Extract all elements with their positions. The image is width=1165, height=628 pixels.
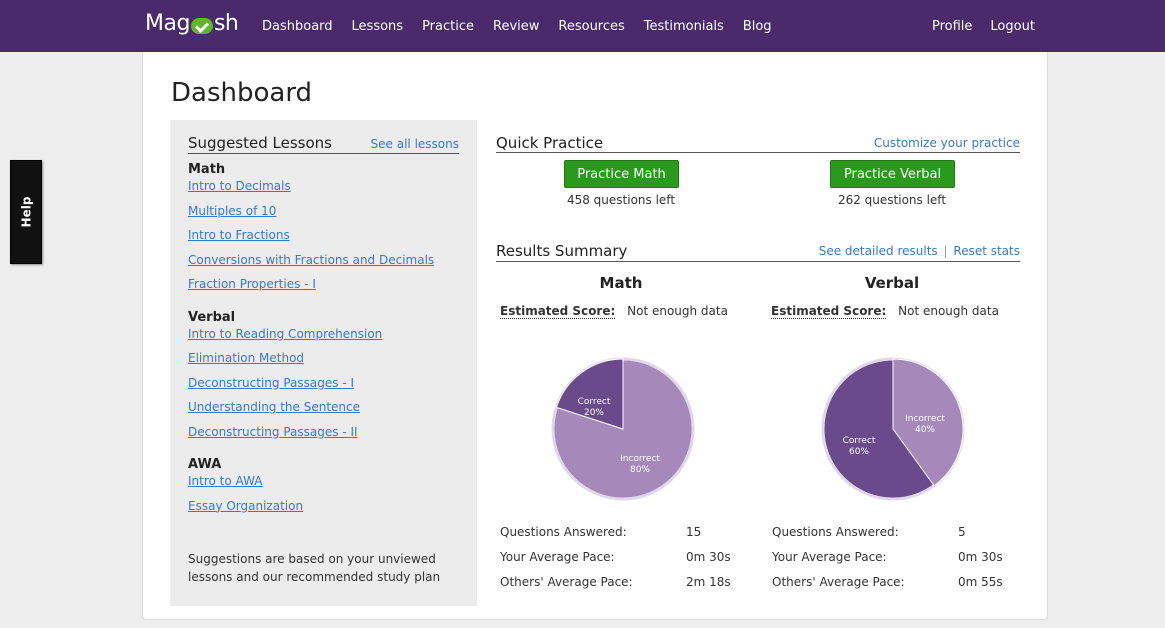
stat-row: Questions Answered: 5 (772, 525, 1012, 550)
stat-value: 5 (958, 525, 966, 539)
lesson-link[interactable]: Multiples of 10 (188, 202, 468, 227)
nav-testimonials[interactable]: Testimonials (644, 19, 724, 34)
lesson-link[interactable]: Intro to Reading Comprehension (188, 325, 468, 350)
magoosh-logo[interactable]: Mag sh (145, 11, 239, 36)
math-estimated-score: Estimated Score: Not enough data (500, 304, 728, 319)
estimated-score-label[interactable]: Estimated Score: (500, 304, 616, 319)
lesson-link[interactable]: Essay Organization (188, 497, 468, 522)
estimated-score-value: Not enough data (898, 304, 999, 318)
estimated-score-label[interactable]: Estimated Score: (771, 304, 887, 319)
pie-incorrect-label: Incorrect (620, 454, 660, 464)
suggested-lessons-title: Suggested Lessons (188, 134, 332, 152)
lesson-link[interactable]: Understanding the Sentence (188, 398, 468, 423)
section-title-verbal: Verbal (188, 309, 236, 325)
verbal-stats: Questions Answered: 5 Your Average Pace:… (772, 525, 1012, 600)
top-nav-bar: Mag sh Dashboard Lessons Practice Review… (0, 0, 1165, 52)
pie-incorrect-pct: 80% (630, 465, 650, 475)
stat-value: 0m 30s (958, 550, 1003, 564)
stat-value: 0m 55s (958, 575, 1003, 589)
section-title-awa: AWA (188, 457, 222, 472)
stat-row: Others' Average Pace: 2m 18s (500, 575, 740, 600)
logo-check-icon (190, 17, 213, 34)
see-all-lessons-link[interactable]: See all lessons (371, 137, 459, 151)
nav-blog[interactable]: Blog (743, 19, 772, 34)
stat-label: Questions Answered: (772, 525, 899, 539)
pie-incorrect-label: Incorrect (905, 414, 945, 424)
lessons-list: Math Intro to Decimals Multiples of 10 I… (188, 162, 468, 521)
math-results-pie-chart: Correct 20% Incorrect 80% (551, 357, 695, 501)
math-questions-left: 458 questions left (566, 193, 676, 207)
pie-correct-label: Correct (843, 436, 876, 446)
nav-practice[interactable]: Practice (422, 19, 474, 34)
nav-resources[interactable]: Resources (558, 19, 624, 34)
lesson-link[interactable]: Conversions with Fractions and Decimals (188, 251, 468, 276)
stat-value: 15 (686, 525, 702, 539)
stat-label: Your Average Pace: (772, 550, 887, 564)
estimated-score-value: Not enough data (627, 304, 728, 318)
lesson-link[interactable]: Deconstructing Passages - II (188, 423, 468, 448)
stat-label: Others' Average Pace: (500, 575, 633, 589)
logo-text-left: Mag (145, 11, 190, 36)
lesson-link[interactable]: Intro to Fractions (188, 226, 468, 251)
link-separator: | (943, 244, 948, 258)
help-tab[interactable]: Help (10, 160, 42, 264)
quick-practice-header: Quick Practice Customize your practice (496, 134, 1020, 153)
verbal-results-title: Verbal (864, 274, 920, 292)
lesson-link[interactable]: Intro to AWA (188, 472, 468, 497)
reset-stats-link[interactable]: Reset stats (953, 244, 1020, 258)
stat-label: Questions Answered: (500, 525, 627, 539)
help-tab-label: Help (19, 196, 34, 228)
results-summary-title: Results Summary (496, 242, 628, 260)
math-results-title: Math (599, 274, 643, 292)
lesson-link[interactable]: Fraction Properties - I (188, 275, 468, 300)
suggested-lessons-panel: Suggested Lessons See all lessons Math I… (170, 120, 477, 606)
results-links: See detailed results | Reset stats (819, 244, 1020, 258)
customize-practice-link[interactable]: Customize your practice (874, 136, 1020, 150)
lesson-link[interactable]: Elimination Method (188, 349, 468, 374)
stat-row: Questions Answered: 15 (500, 525, 740, 550)
nav-lessons[interactable]: Lessons (352, 19, 404, 34)
nav-logout[interactable]: Logout (990, 19, 1035, 34)
stat-row: Your Average Pace: 0m 30s (500, 550, 740, 575)
nav-profile[interactable]: Profile (932, 19, 972, 34)
lesson-link[interactable]: Intro to Decimals (188, 177, 468, 202)
verbal-estimated-score: Estimated Score: Not enough data (771, 304, 999, 319)
stat-label: Others' Average Pace: (772, 575, 905, 589)
pie-incorrect-pct: 40% (915, 425, 935, 435)
results-summary-header: Results Summary See detailed results | R… (496, 242, 1020, 262)
logo-text-right: sh (213, 11, 239, 36)
pie-correct-pct: 20% (584, 408, 604, 418)
pie-correct-label: Correct (578, 397, 611, 407)
see-detailed-results-link[interactable]: See detailed results (819, 244, 938, 258)
stat-row: Others' Average Pace: 0m 55s (772, 575, 1012, 600)
stat-row: Your Average Pace: 0m 30s (772, 550, 1012, 575)
stat-value: 0m 30s (686, 550, 731, 564)
nav-review[interactable]: Review (493, 19, 539, 34)
suggested-lessons-header: Suggested Lessons See all lessons (188, 134, 459, 154)
stat-value: 2m 18s (686, 575, 731, 589)
verbal-results-pie-chart: Incorrect 40% Correct 60% (821, 357, 965, 501)
pie-correct-pct: 60% (849, 447, 869, 457)
nav-dashboard[interactable]: Dashboard (262, 19, 333, 34)
verbal-questions-left: 262 questions left (837, 193, 947, 207)
lesson-link[interactable]: Deconstructing Passages - I (188, 374, 468, 399)
section-title-math: Math (188, 162, 226, 177)
main-nav: Dashboard Lessons Practice Review Resour… (262, 0, 791, 52)
suggestions-note: Suggestions are based on your unviewed l… (188, 552, 441, 584)
math-stats: Questions Answered: 15 Your Average Pace… (500, 525, 740, 600)
practice-math-button[interactable]: Practice Math (564, 160, 679, 188)
practice-verbal-button[interactable]: Practice Verbal (830, 160, 955, 188)
quick-practice-title: Quick Practice (496, 134, 604, 152)
account-nav: Profile Logout (932, 0, 1053, 52)
page-title: Dashboard (171, 78, 313, 108)
stat-label: Your Average Pace: (500, 550, 615, 564)
